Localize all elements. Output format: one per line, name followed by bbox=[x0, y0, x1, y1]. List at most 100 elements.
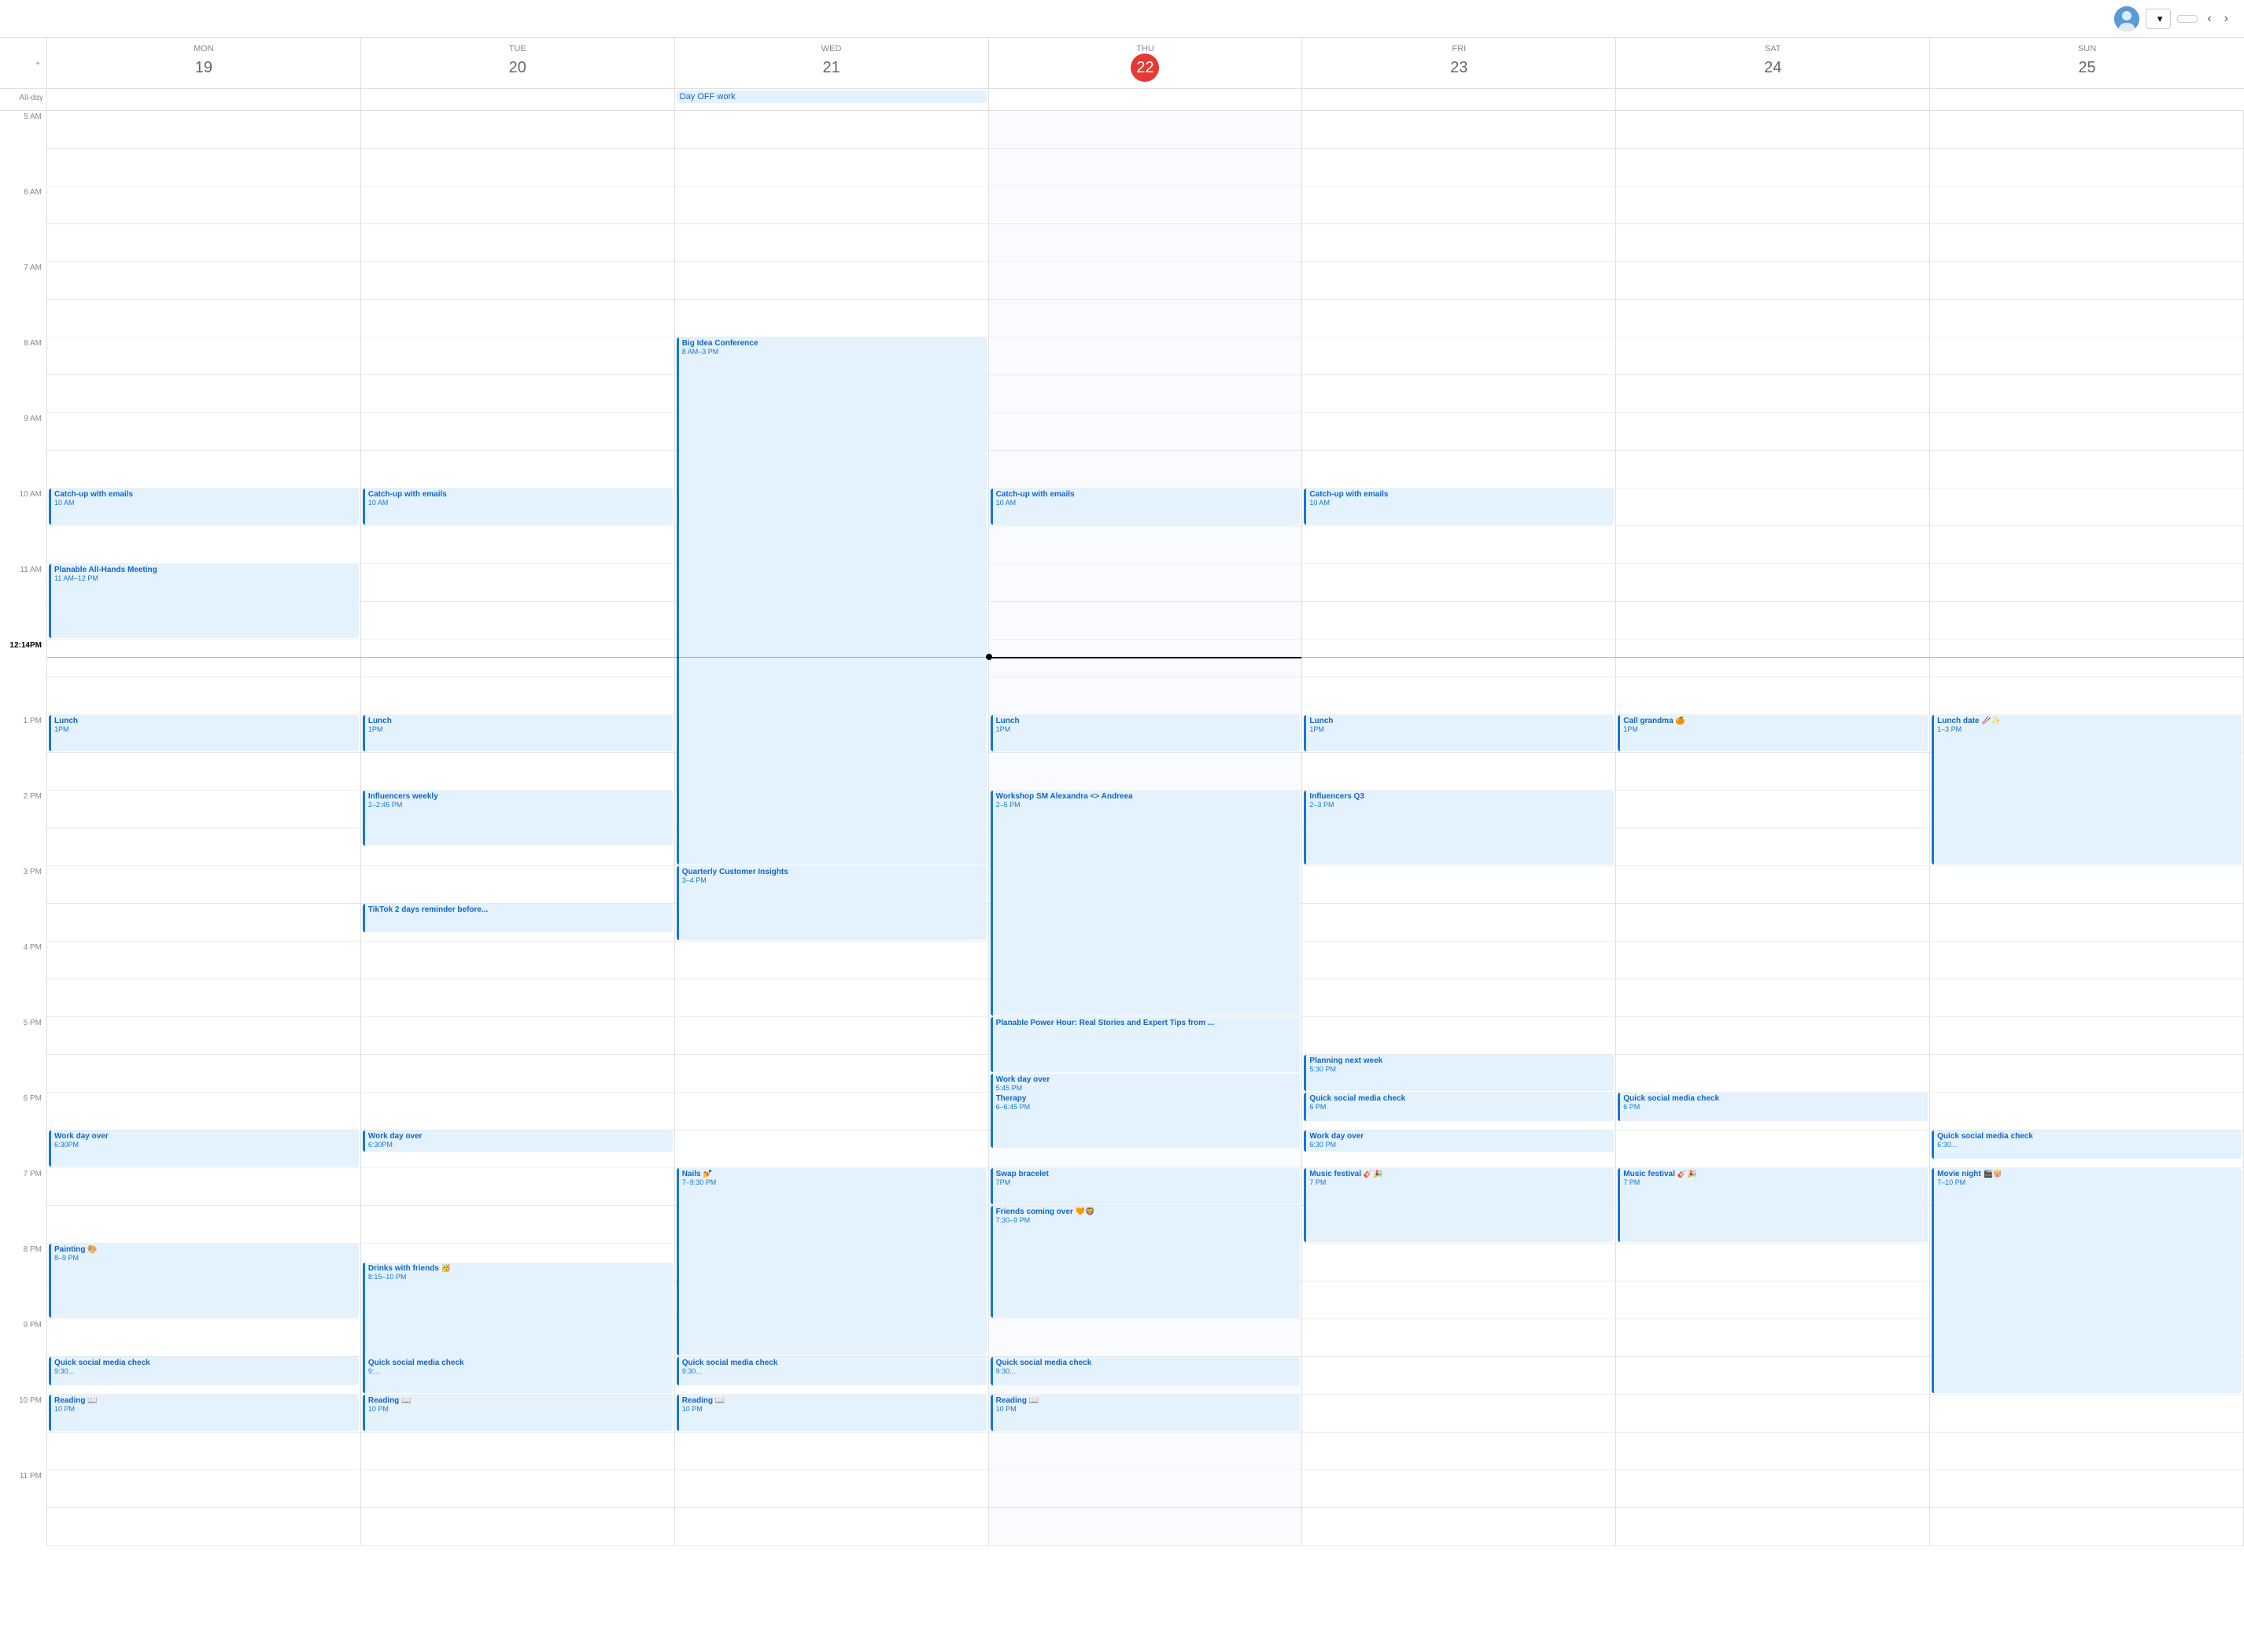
col-tue: Catch-up with emails10 AM Lunch1PM Influen… bbox=[361, 111, 675, 1546]
next-arrow[interactable]: › bbox=[2221, 9, 2231, 29]
time-labels: 5 AM 6 AM 7 AM 8 AM 9 AM 10 AM 11 AM 12:… bbox=[0, 111, 47, 1652]
time-8-30 bbox=[0, 1281, 47, 1319]
calendar-event[interactable]: Lunch date 🥢✨1–3 PM bbox=[1932, 715, 2242, 865]
allday-label: All-day bbox=[0, 89, 47, 110]
time-6-30 bbox=[0, 224, 47, 262]
calendar-event[interactable]: Quick social media check6 PM bbox=[1304, 1093, 1614, 1121]
calendar-event[interactable]: Workshop SM Alexandra <> Andreea2–5 PM bbox=[991, 791, 1301, 1016]
calendar-event[interactable]: Movie night 🎬🍿7–10 PM bbox=[1932, 1168, 2242, 1393]
time-9am: 9 AM bbox=[0, 413, 47, 451]
calendar-event[interactable]: Planable All-Hands Meeting11 AM–12 PM bbox=[49, 564, 359, 638]
calendar-event[interactable]: Quick social media check9:30... bbox=[677, 1357, 987, 1385]
avatar[interactable] bbox=[2114, 6, 2139, 31]
time-10pm: 10 PM bbox=[0, 1395, 47, 1433]
time-7-30 bbox=[0, 300, 47, 337]
calendar-event[interactable]: Quick social media check6 PM bbox=[1618, 1093, 1928, 1121]
allday-cell-thu bbox=[989, 89, 1303, 110]
calendar-event[interactable]: Reading 📖10 PM bbox=[49, 1395, 359, 1431]
calendar-event[interactable]: Catch-up with emails10 AM bbox=[49, 489, 359, 525]
time-5pm: 5 PM bbox=[0, 1017, 47, 1055]
view-selector-button[interactable]: ▾ bbox=[2146, 9, 2172, 29]
calendar-event[interactable]: Big Idea Conference8 AM–3 PM bbox=[677, 337, 987, 865]
calendar-event[interactable]: Catch-up with emails10 AM bbox=[991, 489, 1301, 525]
time-9pm: 9 PM bbox=[0, 1319, 47, 1357]
chevron-down-icon: ▾ bbox=[2157, 13, 2163, 25]
calendar-event[interactable]: Planning next week5:30 PM bbox=[1304, 1055, 1614, 1091]
calendar-event[interactable]: Work day over6:30 PM bbox=[1304, 1130, 1614, 1152]
time-10-30 bbox=[0, 526, 47, 564]
time-1pm: 1 PM bbox=[0, 715, 47, 753]
calendar-event[interactable]: Quick social media check9:... bbox=[363, 1357, 673, 1385]
app-header: ▾ ‹ › bbox=[0, 0, 2244, 38]
calendar-event[interactable]: Music festival 🎸🎉7 PM bbox=[1304, 1168, 1614, 1242]
time-8am: 8 AM bbox=[0, 337, 47, 375]
calendar-event[interactable]: Reading 📖10 PM bbox=[677, 1395, 987, 1431]
calendar-event[interactable]: Friends coming over 🧡🦁7:30–9 PM bbox=[991, 1206, 1301, 1318]
time-10-30 bbox=[0, 1433, 47, 1470]
calendar-event[interactable]: Catch-up with emails10 AM bbox=[1304, 489, 1614, 525]
calendar-event[interactable]: Therapy6–6:45 PM bbox=[991, 1093, 1301, 1148]
calendar-event[interactable]: Work day over6:30PM bbox=[49, 1130, 359, 1152]
time-10am: 10 AM bbox=[0, 489, 47, 526]
calendar-event[interactable]: Call grandma 🍊1PM bbox=[1618, 715, 1928, 751]
prev-arrow[interactable]: ‹ bbox=[2204, 9, 2214, 29]
time-4-30 bbox=[0, 979, 47, 1017]
calendar-event[interactable]: Swap bracelet7PM bbox=[991, 1168, 1301, 1204]
calendar-event[interactable]: Lunch1PM bbox=[49, 715, 359, 751]
time-12pm: 12:14PM bbox=[0, 640, 47, 677]
day-header-sat[interactable]: SAT 24 bbox=[1616, 38, 1930, 88]
today-button[interactable] bbox=[2177, 15, 2198, 23]
allday-cell-sun bbox=[1930, 89, 2244, 110]
calendar-event[interactable]: Quick social media check9:30... bbox=[49, 1357, 359, 1385]
day-header-thu[interactable]: THU 22 bbox=[989, 38, 1303, 88]
day-header-wed[interactable]: WED 21 bbox=[675, 38, 989, 88]
time-7pm: 7 PM bbox=[0, 1168, 47, 1206]
calendar-event[interactable]: Quick social media check6:30... bbox=[1932, 1130, 2242, 1159]
time-11pm: 11 PM bbox=[0, 1470, 47, 1508]
current-time-line bbox=[989, 657, 1302, 658]
calendar-event[interactable]: Planable Power Hour: Real Stories and Ex… bbox=[991, 1017, 1301, 1072]
calendar-event[interactable]: Catch-up with emails10 AM bbox=[363, 489, 673, 525]
calendar-event[interactable]: Music festival 🎸🎉7 PM bbox=[1618, 1168, 1928, 1242]
time-9-30 bbox=[0, 451, 47, 489]
allday-cell-wed: Day OFF work bbox=[675, 89, 989, 110]
calendar-event[interactable]: Work day over6:30PM bbox=[363, 1130, 673, 1152]
calendar-event[interactable]: Painting 🎨8–9 PM bbox=[49, 1244, 359, 1318]
day-header-mon[interactable]: MON 19 bbox=[47, 38, 361, 88]
calendar-event[interactable]: Influencers weekly2–2:45 PM bbox=[363, 791, 673, 846]
calendar-event[interactable]: Lunch1PM bbox=[1304, 715, 1614, 751]
col-sat: Call grandma 🍊1PM Quick social media chec… bbox=[1616, 111, 1930, 1546]
calendar-event[interactable]: Reading 📖10 PM bbox=[363, 1395, 673, 1431]
calendar-event[interactable]: TikTok 2 days reminder before... bbox=[363, 904, 673, 932]
allday-cell-mon bbox=[47, 89, 361, 110]
calendar-event[interactable]: Lunch1PM bbox=[991, 715, 1301, 751]
calendar-event[interactable]: Quick social media check9:30... bbox=[991, 1357, 1301, 1385]
calendar-event[interactable]: Work day over5:45 PM bbox=[991, 1074, 1301, 1095]
allday-row: All-day Day OFF work bbox=[0, 89, 2244, 111]
time-7am: 7 AM bbox=[0, 262, 47, 300]
calendar-event[interactable]: Reading 📖10 PM bbox=[991, 1395, 1301, 1431]
calendar-grid[interactable]: 5 AM 6 AM 7 AM 8 AM 9 AM 10 AM 11 AM 12:… bbox=[0, 111, 2244, 1652]
day-header-fri[interactable]: FRI 23 bbox=[1302, 38, 1616, 88]
allday-cell-fri bbox=[1302, 89, 1616, 110]
page-title bbox=[13, 9, 17, 29]
allday-cell-tue bbox=[361, 89, 675, 110]
day-header-tue[interactable]: TUE 20 bbox=[361, 38, 675, 88]
calendar-event[interactable]: Quarterly Customer Insights3–4 PM bbox=[677, 866, 987, 940]
day-header-sun[interactable]: SUN 25 bbox=[1930, 38, 2244, 88]
time-12-30 bbox=[0, 677, 47, 715]
calendar-event[interactable]: Nails 💅7–9:30 PM bbox=[677, 1168, 987, 1355]
allday-cell-sat bbox=[1616, 89, 1930, 110]
time-11-30 bbox=[0, 1508, 47, 1546]
days-grid: Catch-up with emails10 AM Planable All-Ha… bbox=[47, 111, 2244, 1652]
time-6-30 bbox=[0, 1130, 47, 1168]
time-2pm: 2 PM bbox=[0, 791, 47, 828]
calendar-event[interactable]: Lunch1PM bbox=[363, 715, 673, 751]
col-wed: Big Idea Conference8 AM–3 PMQuarterly Cu… bbox=[675, 111, 989, 1546]
time-3pm: 3 PM bbox=[0, 866, 47, 904]
allday-event-dayoff[interactable]: Day OFF work bbox=[677, 90, 987, 103]
time-11-30 bbox=[0, 602, 47, 640]
calendar-event[interactable]: Influencers Q32–3 PM bbox=[1304, 791, 1614, 865]
col-mon: Catch-up with emails10 AM Planable All-Ha… bbox=[47, 111, 361, 1546]
time-8-30 bbox=[0, 375, 47, 413]
